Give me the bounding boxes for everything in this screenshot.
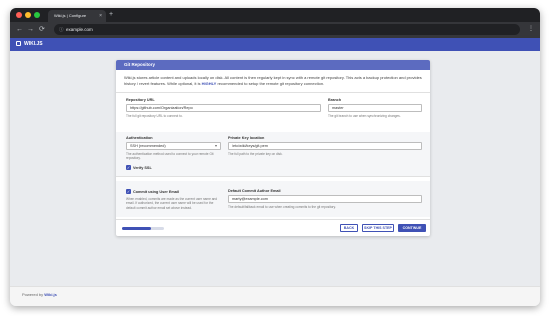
setup-progress-fill <box>122 227 152 230</box>
divider <box>116 176 430 177</box>
continue-button[interactable]: CONTINUE <box>398 224 426 232</box>
verify-ssl-checkbox[interactable]: ✓ <box>126 165 131 170</box>
address-bar[interactable]: ⓘ example.com <box>54 24 520 35</box>
authentication-value: SSH (recommended) <box>130 144 166 148</box>
branch-input[interactable]: master <box>328 104 422 112</box>
default-email-input[interactable]: marty@example.com <box>228 195 422 203</box>
private-key-hint: The full path to the private key on disk… <box>228 152 283 156</box>
default-email-hint: The default/fallback email to use when c… <box>228 205 336 209</box>
browser-tab-bar: Wiki.js | Configure × + <box>10 8 540 22</box>
authentication-hint: The authentication method used to connec… <box>126 152 214 161</box>
reload-icon[interactable]: ⟳ <box>39 25 45 35</box>
minimize-window-dot[interactable] <box>25 12 31 18</box>
address-url: example.com <box>66 27 93 32</box>
forward-arrow-icon[interactable]: → <box>27 25 34 35</box>
wiki-logo[interactable]: WIKI.JS <box>16 38 43 51</box>
back-arrow-icon[interactable]: ← <box>16 25 23 35</box>
zoom-window-dot[interactable] <box>34 12 40 18</box>
private-key-label: Private Key location <box>228 136 265 140</box>
card-title: Git Repository <box>116 60 430 70</box>
private-key-value: /etc/wiki/keys/git.pem <box>232 144 268 148</box>
repo-url-value: https://github.com/Organization/Repo <box>130 106 193 110</box>
divider <box>116 219 430 220</box>
branch-value: master <box>332 106 344 110</box>
skip-step-button[interactable]: SKIP THIS STEP <box>362 224 394 232</box>
footer: Powered by Wiki.js <box>10 286 540 306</box>
authentication-label: Authentication <box>126 136 153 140</box>
intro-text: Wiki.js stores article content and uploa… <box>124 75 422 86</box>
repo-url-hint: The full git repository URL to connect t… <box>126 114 183 118</box>
footer-text: Powered by Wiki.js <box>22 292 57 297</box>
site-info-icon[interactable]: ⓘ <box>59 24 64 35</box>
back-button[interactable]: BACK <box>340 224 358 232</box>
wiki-logo-icon <box>16 41 21 46</box>
intro-text-end: recommended to setup the remote git repo… <box>216 80 325 86</box>
app-bar: WIKI.JS <box>10 38 540 51</box>
tab-close-icon[interactable]: × <box>99 10 102 22</box>
default-email-value: marty@example.com <box>232 197 268 201</box>
wiki-logo-text: WIKI.JS <box>24 41 43 47</box>
repo-url-input[interactable]: https://github.com/Organization/Repo <box>126 104 321 112</box>
commit-user-email-label: Commit using User Email <box>133 189 179 194</box>
new-tab-icon[interactable]: + <box>109 10 113 20</box>
branch-label: Branch <box>328 98 342 102</box>
footer-prefix: Powered by <box>22 292 44 297</box>
chevron-down-icon: ▾ <box>214 143 217 148</box>
main-content: Git Repository Wiki.js stores article co… <box>10 51 540 286</box>
git-repository-card: Git Repository Wiki.js stores article co… <box>116 60 430 236</box>
footer-brand-link[interactable]: Wiki.js <box>44 292 57 297</box>
commit-user-email-checkbox[interactable]: ✓ <box>126 189 131 194</box>
browser-toolbar: ← → ⟳ ⓘ example.com ⋮ <box>10 22 540 38</box>
repo-url-label: Repository URL <box>126 98 155 102</box>
browser-window: Wiki.js | Configure × + ← → ⟳ ⓘ example.… <box>10 8 540 306</box>
private-key-input[interactable]: /etc/wiki/keys/git.pem <box>228 142 422 150</box>
tab-title: Wiki.js | Configure <box>54 13 87 18</box>
divider <box>116 92 430 93</box>
branch-hint: The git branch to use when synchronizing… <box>328 114 401 118</box>
browser-menu-icon[interactable]: ⋮ <box>528 24 534 34</box>
authentication-select[interactable]: SSH (recommended) ▾ <box>126 142 221 150</box>
default-email-label: Default Commit Author Email <box>228 189 281 193</box>
close-window-dot[interactable] <box>16 12 22 18</box>
browser-tab[interactable]: Wiki.js | Configure × <box>48 10 106 22</box>
intro-highlight: HIGHLY <box>201 80 217 86</box>
verify-ssl-label: Verify SSL <box>133 165 152 170</box>
setup-progress-bar <box>122 227 164 230</box>
commit-user-email-hint: When enabled, commits are made as the cu… <box>126 197 218 210</box>
